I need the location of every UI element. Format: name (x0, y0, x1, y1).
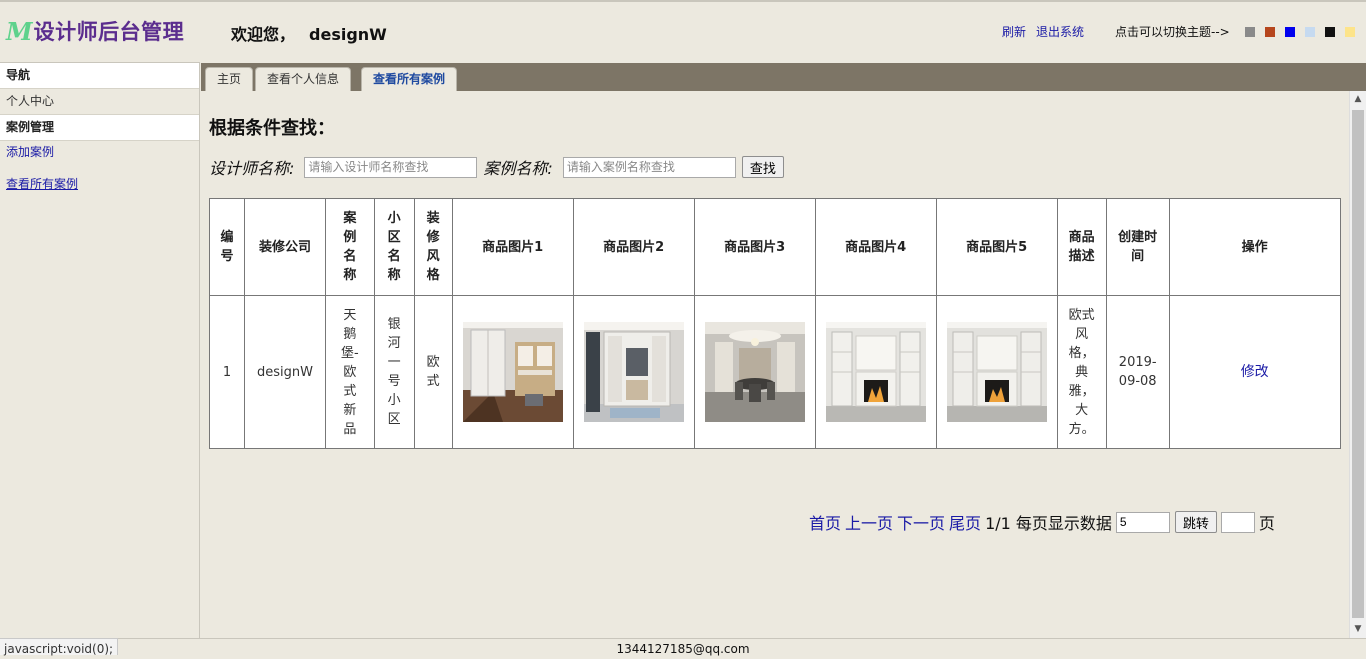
product-image-3 (704, 322, 805, 422)
col-header-description: 商品描述 (1056, 198, 1107, 296)
col-header-created: 创建时间 (1105, 198, 1170, 296)
designer-name-input[interactable] (304, 156, 478, 178)
page-number-input[interactable] (1220, 511, 1255, 533)
welcome-message: 欢迎您， designW (231, 21, 387, 45)
cell-image-1 (451, 295, 574, 449)
tab-personal-info[interactable]: 查看个人信息 (255, 67, 352, 91)
cell-id: 1 (209, 295, 245, 449)
logout-link[interactable]: 退出系统 (1036, 23, 1084, 40)
case-name-label: 案例名称: (483, 159, 553, 178)
cell-created-time: 2019-09-08 (1105, 295, 1170, 449)
product-image-2 (583, 322, 684, 422)
refresh-link[interactable]: 刷新 (1002, 23, 1026, 40)
logo-mark: M (6, 16, 33, 46)
vertical-scrollbar[interactable]: ▲ ▼ (1349, 91, 1366, 638)
col-header-image-1: 商品图片1 (451, 198, 574, 296)
jump-button[interactable]: 跳转 (1174, 511, 1217, 533)
col-header-community: 小区名称 (373, 198, 415, 296)
cell-image-4 (814, 295, 937, 449)
col-header-image-2: 商品图片2 (572, 198, 695, 296)
cell-style: 欧式 (413, 295, 453, 449)
theme-swatch-light-blue[interactable] (1305, 27, 1315, 37)
welcome-text: 欢迎您， (231, 25, 296, 44)
product-image-1 (462, 322, 563, 422)
page-info: 1/1 每页显示数据 (985, 514, 1112, 533)
designer-name-label: 设计师名称: (209, 159, 295, 178)
sidebar-item-view-cases[interactable]: 查看所有案例 (6, 177, 78, 191)
theme-swatch-brown[interactable] (1265, 27, 1275, 37)
page-unit-label: 页 (1258, 514, 1275, 533)
col-header-company: 装修公司 (244, 198, 326, 296)
page-size-input[interactable] (1115, 511, 1170, 533)
product-image-4 (825, 322, 926, 422)
main-content: 根据条件查找： 设计师名称: 案例名称: 查找 编号 装修公司 案例名称 小区名… (201, 91, 1349, 638)
cell-description: 欧式风格，典雅，大方。 (1056, 295, 1107, 449)
col-header-style: 装修风格 (413, 198, 453, 296)
theme-swatches (1245, 27, 1355, 37)
cell-image-5 (935, 295, 1058, 449)
pagination: 首页 上一页 下一页 尾页 1/1 每页显示数据 跳转 页 (809, 510, 1275, 534)
cell-image-3 (693, 295, 816, 449)
next-page-link[interactable]: 下一页 (897, 510, 945, 534)
col-header-image-5: 商品图片5 (935, 198, 1058, 296)
case-name-input[interactable] (562, 156, 736, 178)
product-image-5 (946, 322, 1047, 422)
sidebar-add-case-wrap: 添加案例 (0, 144, 199, 160)
search-title: 根据条件查找： (209, 118, 335, 139)
sidebar: 导航 个人中心 案例管理 添加案例 查看所有案例 (0, 62, 200, 638)
prev-page-link[interactable]: 上一页 (845, 510, 893, 534)
tab-view-cases[interactable]: 查看所有案例 (361, 67, 458, 91)
theme-swatch-blue[interactable] (1285, 27, 1295, 37)
col-header-id: 编号 (209, 198, 245, 296)
col-header-image-4: 商品图片4 (814, 198, 937, 296)
logo: M 设计师后台管理 (6, 16, 184, 46)
sidebar-section-case-management: 案例管理 (0, 115, 199, 141)
table-row: 1 designW 天鹅堡-欧式新品 银河一号小区 欧式 欧式风格，典雅，大方。… (209, 295, 1341, 449)
cell-community: 银河一号小区 (373, 295, 415, 449)
theme-hint: 点击可以切换主题--> (1115, 25, 1230, 39)
scroll-down-arrow-icon[interactable]: ▼ (1350, 621, 1366, 638)
search-form: 设计师名称: 案例名称: 查找 (209, 155, 784, 179)
status-bar-url: javascript:void(0); (0, 638, 119, 656)
first-page-link[interactable]: 首页 (809, 510, 841, 534)
cell-image-2 (572, 295, 695, 449)
scroll-thumb[interactable] (1352, 110, 1364, 618)
sidebar-item-personal-center[interactable]: 个人中心 (0, 89, 199, 115)
cell-company: designW (244, 295, 326, 449)
col-header-action: 操作 (1168, 198, 1341, 296)
last-page-link[interactable]: 尾页 (949, 510, 981, 534)
table-header-row: 编号 装修公司 案例名称 小区名称 装修风格 商品图片1 商品图片2 商品图片3… (209, 198, 1341, 296)
tab-home[interactable]: 主页 (205, 67, 254, 91)
footer: 1344127185@qq.com (0, 638, 1366, 656)
edit-link[interactable]: 修改 (1241, 364, 1269, 380)
top-links: 刷新 退出系统 (1002, 23, 1084, 40)
col-header-case-name: 案例名称 (325, 198, 375, 296)
search-button[interactable]: 查找 (741, 156, 784, 178)
cell-case-name: 天鹅堡-欧式新品 (325, 295, 375, 449)
username: designW (309, 25, 387, 44)
theme-swatch-gray[interactable] (1245, 27, 1255, 37)
sidebar-nav-title: 导航 (0, 63, 199, 89)
app-title: 设计师后台管理 (33, 20, 185, 44)
sidebar-item-add-case[interactable]: 添加案例 (6, 145, 54, 159)
sidebar-view-cases-wrap: 查看所有案例 (0, 176, 199, 192)
case-table: 编号 装修公司 案例名称 小区名称 装修风格 商品图片1 商品图片2 商品图片3… (209, 198, 1341, 449)
theme-swatch-black[interactable] (1325, 27, 1335, 37)
footer-email: 1344127185@qq.com (616, 642, 750, 656)
scroll-up-arrow-icon[interactable]: ▲ (1350, 91, 1366, 108)
tab-strip: 主页 查看个人信息 查看所有案例 (201, 63, 1366, 91)
col-header-image-3: 商品图片3 (693, 198, 816, 296)
top-header: M 设计师后台管理 欢迎您， designW 刷新 退出系统 点击可以切换主题--… (0, 0, 1366, 62)
theme-swatch-yellow[interactable] (1345, 27, 1355, 37)
cell-action: 修改 (1168, 295, 1341, 449)
